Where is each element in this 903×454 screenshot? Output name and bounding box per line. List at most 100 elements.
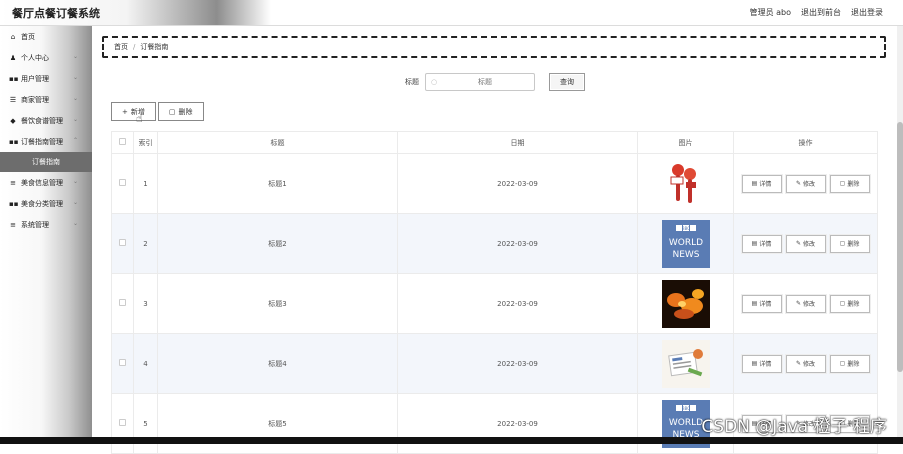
- add-button[interactable]: + 新增: [111, 102, 156, 121]
- table-row: 2 标题2 2022-03-09 BBC WORLD NEWS ▤ 详情 ✎ 修改 …: [111, 213, 878, 274]
- chevron-down-icon: ⌄: [72, 199, 78, 206]
- home-icon: ⌂: [10, 32, 16, 41]
- sidebar-item-system[interactable]: ≡ 系统管理 ⌄: [0, 214, 92, 235]
- sidebar-item-food-category[interactable]: ▪▪ 美食分类管理 ⌄: [0, 193, 92, 214]
- trash-icon: ▢: [839, 180, 846, 187]
- tag-icon: ◆: [10, 116, 16, 125]
- back-to-front-link[interactable]: 退出到前台: [801, 7, 841, 18]
- breadcrumb-current: 订餐指南: [140, 43, 169, 51]
- edit-label: 修改: [803, 241, 816, 248]
- col-actions: 操作: [733, 131, 878, 154]
- sidebar-item-merchants[interactable]: ☰ 商家管理 ⌄: [0, 89, 92, 110]
- sidebar-item-personal[interactable]: ♟ 个人中心 ⌄: [0, 47, 92, 68]
- grid-icon: ▪▪: [9, 137, 19, 146]
- newspaper-image[interactable]: [661, 339, 710, 388]
- mouse-pointer-icon: ☝: [136, 112, 143, 125]
- breadcrumb: 首页 / 订餐指南: [102, 36, 886, 58]
- sidebar: ⌂ 首页 ♟ 个人中心 ⌄ ▪▪ 用户管理 ⌄ ☰ 商家管理 ⌄ ◆ 餐饮食谱管…: [0, 26, 92, 444]
- detail-label: 详情: [759, 301, 772, 308]
- detail-button[interactable]: ▤ 详情: [741, 174, 782, 193]
- microphones-image[interactable]: [661, 159, 710, 208]
- sidebar-item-label: 商家管理: [21, 95, 49, 104]
- search-input[interactable]: [440, 76, 530, 88]
- row-delete-button[interactable]: ▢ 删除: [829, 174, 870, 193]
- chevron-down-icon: ⌄: [72, 74, 78, 81]
- sidebar-item-home[interactable]: ⌂ 首页: [0, 26, 92, 47]
- row-checkbox[interactable]: [119, 359, 126, 366]
- news-text: NEWS: [672, 250, 699, 260]
- sidebar-item-label: 个人中心: [21, 53, 49, 62]
- table-row: 4 标题4 2022-03-09 ▤ 详情 ✎ 修改 ▢ 删除: [111, 333, 878, 394]
- delete-label: 删除: [847, 241, 860, 248]
- detail-label: 详情: [759, 181, 772, 188]
- detail-label: 详情: [759, 241, 772, 248]
- bbc-logo-text: BBC: [681, 226, 689, 231]
- trash-icon: ▢: [839, 300, 846, 307]
- bbc-world-news-image[interactable]: BBC WORLD NEWS: [661, 219, 710, 268]
- row-checkbox[interactable]: [119, 239, 126, 246]
- delete-label: 删除: [847, 301, 860, 308]
- sidebar-subitem-guide[interactable]: 订餐指南: [0, 152, 92, 172]
- edit-button[interactable]: ✎ 修改: [785, 174, 826, 193]
- page-scrollbar[interactable]: [897, 26, 903, 444]
- chevron-down-icon: ⌄: [72, 116, 78, 123]
- cell-date: 2022-03-09: [397, 273, 638, 334]
- batch-delete-button[interactable]: ▢ 删除: [157, 102, 204, 121]
- search-icon: ○: [431, 78, 438, 86]
- sidebar-item-recipes[interactable]: ◆ 餐饮食谱管理 ⌄: [0, 110, 92, 131]
- row-checkbox[interactable]: [119, 419, 126, 426]
- table-row: 1 标题1 2022-03-09 ▤ 详情 ✎ 修改 ▢ 删除: [111, 153, 878, 214]
- select-all-cell[interactable]: [111, 131, 134, 154]
- sidebar-item-label: 美食信息管理: [21, 178, 63, 187]
- cell-index: 3: [133, 273, 158, 334]
- select-all-checkbox[interactable]: [119, 138, 126, 145]
- edit-label: 修改: [803, 181, 816, 188]
- detail-label: 详情: [759, 361, 772, 368]
- bbc-logo-text: BBC: [681, 406, 689, 411]
- logout-link[interactable]: 退出登录: [851, 7, 883, 18]
- row-delete-button[interactable]: ▢ 删除: [829, 294, 870, 313]
- chevron-down-icon: ⌄: [72, 53, 78, 60]
- list-icon: ≡: [10, 220, 16, 229]
- detail-button[interactable]: ▤ 详情: [741, 294, 782, 313]
- sidebar-item-food-info[interactable]: ≡ 美食信息管理 ⌄: [0, 172, 92, 193]
- sidebar-item-users[interactable]: ▪▪ 用户管理 ⌄: [0, 68, 92, 89]
- row-delete-button[interactable]: ▢ 删除: [829, 234, 870, 253]
- edit-button[interactable]: ✎ 修改: [785, 234, 826, 253]
- sidebar-item-label: 餐饮食谱管理: [21, 116, 63, 125]
- search-bar: 标题 ○ 查询: [405, 73, 585, 91]
- document-icon: ▤: [751, 180, 758, 187]
- edit-button[interactable]: ✎ 修改: [785, 354, 826, 373]
- breadcrumb-home[interactable]: 首页: [114, 42, 128, 52]
- edit-button[interactable]: ✎ 修改: [785, 294, 826, 313]
- trash-icon: ▢: [168, 107, 176, 116]
- list-icon: ≡: [10, 178, 16, 187]
- world-text: WORLD: [668, 238, 702, 248]
- cell-title: 标题5: [157, 393, 398, 454]
- sidebar-item-guide[interactable]: ▪▪ 订餐指南管理 ⌃: [0, 131, 92, 152]
- grid-icon: ▪▪: [9, 74, 19, 83]
- trash-icon: ▢: [839, 360, 846, 367]
- chevron-down-icon: ⌄: [72, 220, 78, 227]
- chevron-down-icon: ⌄: [72, 95, 78, 102]
- pencil-icon: ✎: [795, 360, 801, 367]
- search-button[interactable]: 查询: [549, 73, 585, 91]
- detail-button[interactable]: ▤ 详情: [741, 354, 782, 373]
- row-delete-button[interactable]: ▢ 删除: [829, 354, 870, 373]
- csdn-watermark: CSDN @Java 橙子 程序: [701, 417, 887, 437]
- scrollbar-thumb[interactable]: [897, 122, 903, 372]
- top-header: 餐厅点餐订餐系统 管理员 abo 退出到前台 退出登录: [0, 0, 903, 26]
- search-label: 标题: [405, 78, 419, 86]
- current-user: 管理员 abo: [749, 8, 791, 17]
- fire-text-image[interactable]: [661, 279, 710, 328]
- cell-title: 标题4: [157, 333, 398, 394]
- breadcrumb-separator: /: [133, 43, 136, 51]
- search-field[interactable]: ○: [425, 73, 535, 91]
- detail-button[interactable]: ▤ 详情: [741, 234, 782, 253]
- cell-title: 标题2: [157, 213, 398, 274]
- cell-date: 2022-03-09: [397, 333, 638, 394]
- pencil-icon: ✎: [795, 180, 801, 187]
- row-checkbox[interactable]: [119, 179, 126, 186]
- chevron-up-icon: ⌃: [72, 137, 78, 144]
- row-checkbox[interactable]: [119, 299, 126, 306]
